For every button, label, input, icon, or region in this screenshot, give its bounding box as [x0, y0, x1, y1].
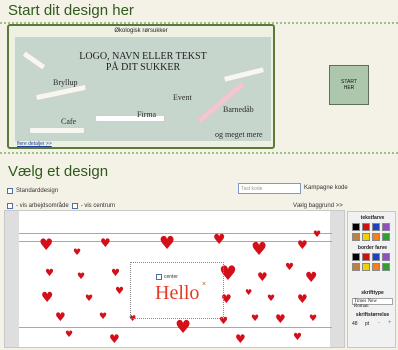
color-swatch[interactable]	[372, 263, 380, 271]
promo-label: Bryllup	[53, 78, 78, 87]
heart-icon: ♥	[99, 312, 108, 322]
design-text[interactable]: Hello	[155, 282, 199, 305]
center-checkbox[interactable]	[71, 203, 78, 209]
promo-label: og meget mere	[215, 130, 263, 139]
design-canvas[interactable]: ♥ ♥ ♥ ♥ ♥ ♥ ♥ ♥ ♥ ♥ ♥ ♥ ♥ ♥ ♥ ♥ ♥ ♥ ♥ ♥ …	[4, 210, 345, 348]
start-button-line: HER	[343, 85, 355, 91]
color-swatch[interactable]	[352, 233, 360, 241]
page: Start dit design her Økologisk rørsukker…	[0, 0, 398, 350]
heart-icon: ♥	[213, 232, 226, 248]
heart-icon: ♥	[297, 292, 308, 306]
choose-background-link[interactable]: Vælg baggrund >>	[293, 203, 343, 209]
heart-icon: ♥	[275, 312, 286, 326]
color-swatch[interactable]	[372, 253, 380, 261]
heart-icon: ♥	[235, 332, 246, 346]
canvas-edge-right	[330, 211, 344, 347]
promo-panel: Økologisk rørsukker LOGO, NAVN ELLER TEK…	[7, 24, 275, 149]
work-area-guide	[19, 241, 332, 242]
heart-icon: ♥	[109, 332, 120, 346]
border-color-title: border farve	[357, 245, 388, 251]
canvas-edge-left	[5, 211, 19, 347]
work-area-label: - vis arbejdsområde	[16, 203, 69, 209]
color-swatch[interactable]	[362, 263, 370, 271]
heart-icon: ♥	[45, 268, 54, 279]
heart-icon: ♥	[313, 230, 322, 240]
heart-icon: ♥	[65, 330, 74, 340]
promo-image: LOGO, NAVN ELLER TEKST PÅ DIT SUKKER Bry…	[15, 37, 271, 141]
heart-icon: ♥	[73, 248, 82, 258]
center-toggle-label: center	[164, 274, 178, 280]
heart-icon: ♥	[100, 236, 111, 250]
promo-headline-2: PÅ DIT SUKKER	[105, 62, 181, 73]
color-swatch[interactable]	[372, 233, 380, 241]
heart-icon: ♥	[293, 332, 302, 343]
heart-icon: ♥	[251, 239, 268, 260]
campaign-code-label: Kampagne kode	[304, 185, 348, 191]
promo-headline-1: LOGO, NAVN ELLER TEKST	[79, 51, 207, 62]
sugar-stick	[195, 80, 247, 125]
page-title-start: Start dit design her	[8, 2, 134, 19]
font-size-title: skriftstørrelse	[355, 312, 390, 318]
promo-label: Cafe	[61, 117, 77, 126]
font-type-title: skrifttype	[361, 290, 384, 296]
standard-design-label: Standarddesign	[16, 188, 59, 194]
color-swatch[interactable]	[352, 263, 360, 271]
heart-icon: ♥	[309, 314, 318, 324]
standard-design-option[interactable]: Standarddesign	[7, 188, 58, 194]
promo-label: Event	[173, 93, 192, 102]
color-swatch[interactable]	[362, 223, 370, 231]
view-options: - vis arbejdsområde - vis centrum	[7, 203, 115, 209]
color-swatch[interactable]	[382, 253, 390, 261]
font-size-value[interactable]: 48	[352, 321, 358, 327]
heart-icon: ♥	[159, 233, 176, 254]
heart-icon: ♥	[39, 235, 54, 254]
color-swatch[interactable]	[382, 223, 390, 231]
center-toggle-checkbox[interactable]	[156, 274, 162, 280]
start-here-button[interactable]: START HER	[329, 65, 369, 105]
page-title-design: Vælg et design	[8, 163, 109, 180]
heart-icon: ♥	[85, 294, 94, 304]
font-size-decrease[interactable]: -	[378, 320, 380, 326]
campaign-code-input[interactable]: Tast kode	[238, 183, 301, 194]
heart-icon: ♥	[111, 268, 120, 279]
color-swatch[interactable]	[372, 223, 380, 231]
standard-design-checkbox[interactable]	[7, 188, 13, 194]
center-label: - vis centrum	[80, 203, 116, 209]
color-swatch[interactable]	[352, 253, 360, 261]
remove-text-icon[interactable]: ×	[202, 281, 206, 288]
heart-icon: ♥	[55, 310, 66, 324]
promo-label: Barnedåb	[223, 105, 254, 114]
text-color-title: tekstfarve	[360, 215, 385, 221]
heart-icon: ♥	[77, 272, 86, 282]
color-swatch[interactable]	[362, 233, 370, 241]
heart-icon: ♥	[267, 294, 276, 304]
color-swatch[interactable]	[362, 253, 370, 261]
promo-label: Firma	[137, 110, 157, 119]
heart-icon: ♥	[285, 262, 294, 273]
promo-heading: Økologisk rørsukker	[114, 28, 168, 34]
heart-icon: ♥	[251, 314, 260, 324]
heart-icon: ♥	[175, 317, 192, 338]
style-panel: tekstfarve border farve skrifttype Times…	[347, 211, 396, 348]
work-area-checkbox[interactable]	[7, 203, 13, 209]
center-toggle[interactable]: center	[156, 274, 178, 280]
color-swatch[interactable]	[382, 233, 390, 241]
heart-icon: ♥	[297, 238, 308, 252]
heart-icon: ♥	[115, 286, 124, 297]
sugar-stick	[29, 127, 85, 134]
font-select[interactable]: Times New Roman	[352, 298, 393, 309]
heart-icon: ♥	[41, 290, 54, 306]
font-size-increase[interactable]: +	[388, 320, 392, 326]
color-swatch[interactable]	[352, 223, 360, 231]
color-swatch[interactable]	[382, 263, 390, 271]
heart-icon: ♥	[245, 288, 253, 297]
heart-icon: ♥	[305, 270, 318, 286]
work-area-guide	[19, 233, 332, 234]
font-size-unit: pt	[365, 321, 370, 327]
more-details-link[interactable]: flere detaljer >>	[17, 141, 52, 147]
heart-icon: ♥	[257, 270, 268, 284]
divider	[0, 152, 398, 154]
